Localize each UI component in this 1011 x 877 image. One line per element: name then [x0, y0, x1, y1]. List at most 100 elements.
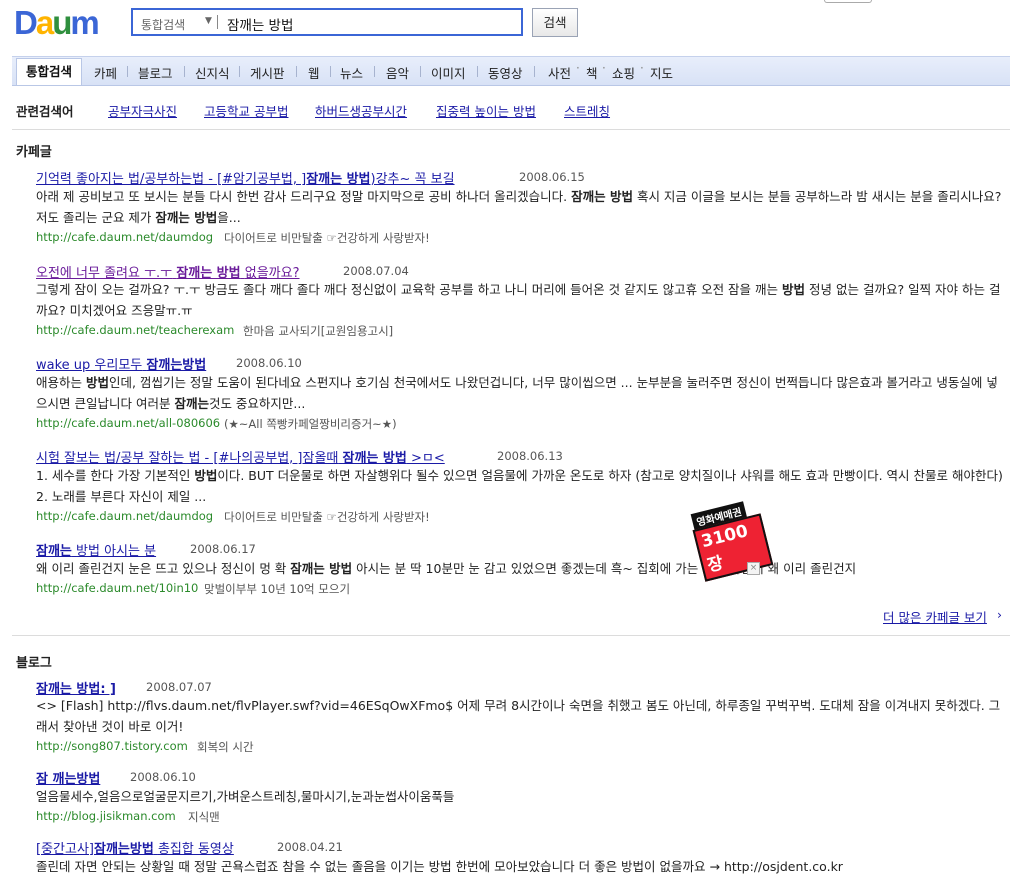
related-search-label: 관련검색어 — [16, 104, 74, 119]
tab-web[interactable]: 웹 — [308, 63, 320, 82]
tab-cafe[interactable]: 카페 — [94, 63, 117, 82]
tab-music[interactable]: 음악 — [386, 63, 409, 82]
title-text: [중간고사] — [36, 842, 94, 857]
divider — [12, 129, 1010, 130]
snippet-text: 애용하는 — [36, 375, 83, 390]
more-cafe-link[interactable]: 더 많은 카페글 보기 — [883, 607, 987, 626]
tab-separator — [477, 66, 478, 77]
result-snippet: 왜 이리 졸린건지 눈은 뜨고 있으나 정신이 멍 확 잠깨는 방법 아시는 분… — [36, 558, 1006, 579]
title-keyword: 잠 깨는방법 — [36, 772, 101, 787]
cafe-section-title: 카페글 — [16, 145, 52, 160]
blog-name: 회복의 시간 — [197, 740, 254, 754]
title-keyword: 잠깨는방법 — [146, 358, 207, 373]
result-url[interactable]: http://blog.jisikman.com — [36, 809, 176, 823]
tab-dictionary[interactable]: 사전 — [548, 63, 571, 82]
tab-dot: · — [640, 61, 644, 75]
cafe-name: 다이어트로 비만탈출 ☞건강하게 사랑받자! — [224, 510, 430, 524]
result-url[interactable]: http://song807.tistory.com — [36, 739, 188, 753]
search-button[interactable]: 검색 — [532, 8, 578, 37]
logo-letter-a: a — [35, 4, 54, 41]
daum-logo[interactable]: Daum — [14, 6, 114, 39]
result-snippet: 졸린데 자면 안되는 상황일 때 정말 곤욕스럽죠 참을 수 없는 졸음을 이기… — [36, 859, 843, 874]
title-text: 기억력 좋아지는 법/공부하는법 - [#암기공부법, ] — [36, 172, 307, 187]
tab-dot: · — [576, 61, 580, 75]
result-url[interactable]: http://cafe.daum.net/10in10 — [36, 581, 198, 595]
title-keyword: 잠깨는방법 — [93, 842, 154, 857]
divider — [12, 635, 1010, 636]
snippet-text: 을... — [217, 210, 241, 225]
snippet-text: 왜 이리 졸린건지 눈은 뜨고 있으나 정신이 멍 확 — [36, 561, 287, 576]
cafe-name: (★~All 쪽빵카페얼짱비리증거~★) — [224, 417, 397, 431]
result-url[interactable]: http://cafe.daum.net/daumdog — [36, 230, 213, 244]
snippet-text: 것도 중요하지만... — [208, 396, 306, 411]
search-input[interactable]: 잠깨는 방법 — [227, 14, 293, 34]
result-url[interactable]: http://cafe.daum.net/all-080606 — [36, 416, 220, 430]
title-keyword: 잠깨는 — [36, 544, 72, 559]
cafe-name: 맞벌이부부 10년 10억 모으기 — [204, 582, 351, 596]
result-date: 2008.07.07 — [146, 680, 212, 694]
close-icon[interactable]: × — [747, 562, 760, 575]
tab-separator — [420, 66, 421, 77]
tab-separator — [374, 66, 375, 77]
blog-name: 지식맨 — [188, 810, 220, 824]
category-select[interactable]: 통합검색 — [141, 16, 185, 33]
more-arrow-icon: › — [997, 607, 1002, 622]
category-divider — [217, 15, 218, 29]
tab-separator — [239, 66, 240, 77]
result-snippet: 그렇게 잠이 오는 걸까요? ㅜ.ㅜ 방금도 졸다 깨다 졸다 깨다 정신없이 … — [36, 279, 1006, 321]
tab-separator — [534, 66, 535, 77]
related-search-link[interactable]: 스트레칭 — [564, 101, 610, 120]
tab-shopping[interactable]: 쇼핑 — [612, 63, 635, 82]
tab-map[interactable]: 지도 — [650, 63, 673, 82]
tab-book[interactable]: 책 — [586, 63, 598, 82]
title-keyword: 잠깨는 방법 — [306, 172, 371, 187]
logo-letter-m: m — [70, 4, 99, 41]
related-search-link[interactable]: 하버드생공부시간 — [315, 101, 407, 120]
result-date: 2008.06.15 — [519, 170, 585, 184]
cafe-result-title[interactable]: 기억력 좋아지는 법/공부하는법 - [#암기공부법, ]잠깨는 방법)강추~ … — [36, 168, 455, 187]
result-url[interactable]: http://cafe.daum.net/daumdog — [36, 509, 213, 523]
cafe-name: 다이어트로 비만탈출 ☞건강하게 사랑받자! — [224, 231, 430, 245]
result-date: 2008.06.10 — [130, 770, 196, 784]
cafe-result-title[interactable]: 시험 잘보는 법/공부 잘하는 법 - [#나의공부법, ]잠올때 잠깨는 방법… — [36, 447, 445, 466]
result-snippet: 애용하는 방법인데, 껌씹기는 정말 도움이 된다네요 스펀지나 호기심 천국에… — [36, 372, 1006, 414]
blog-result-title[interactable]: [중간고사]잠깨는방법 총집합 동영상 — [36, 838, 234, 857]
tab-blog[interactable]: 블로그 — [138, 63, 173, 82]
tab-separator — [184, 66, 185, 77]
title-keyword: 잠깨는 방법 — [342, 451, 407, 466]
tab-image[interactable]: 이미지 — [431, 63, 466, 82]
snippet-text: 아래 제 공비보고 또 보시는 분들 다시 한번 감사 드리구요 정말 마지막으… — [36, 189, 568, 204]
tab-video[interactable]: 동영상 — [488, 63, 523, 82]
title-text: )강추~ 꼭 보길 — [370, 172, 455, 187]
result-date: 2008.06.13 — [497, 449, 563, 463]
result-date: 2008.06.10 — [236, 356, 302, 370]
blog-result-title[interactable]: 잠 깨는방법 — [36, 768, 100, 787]
tab-board[interactable]: 게시판 — [250, 63, 285, 82]
tab-all[interactable]: 통합검색 — [16, 58, 83, 85]
snippet-keyword: 잠깨는 방법 — [290, 561, 353, 576]
top-corner-decoration — [824, 0, 872, 3]
tab-news[interactable]: 뉴스 — [340, 63, 363, 82]
tab-dot: · — [602, 61, 606, 75]
cafe-result-title[interactable]: wake up 우리모두 잠깨는방법 — [36, 354, 206, 373]
related-search-link[interactable]: 집중력 높이는 방법 — [436, 101, 536, 120]
logo-letter-d: D — [14, 4, 38, 41]
tab-knowledge[interactable]: 신지식 — [195, 63, 230, 82]
result-url[interactable]: http://cafe.daum.net/teacherexam — [36, 323, 234, 337]
cafe-result-title[interactable]: 잠깨는 방법 아시는 분 — [36, 540, 156, 559]
result-snippet: 아래 제 공비보고 또 보시는 분들 다시 한번 감사 드리구요 정말 마지막으… — [36, 186, 1006, 228]
dropdown-arrow-icon[interactable]: ▼ — [205, 16, 212, 26]
blog-section-title: 블로그 — [16, 656, 52, 671]
snippet-keyword: 잠깨는 방법 — [571, 189, 633, 204]
snippet-text: 1. 세수를 한다 가장 기본적인 — [36, 468, 191, 483]
title-text: 방법 아시는 분 — [76, 544, 157, 559]
related-search-link[interactable]: 고등학교 공부법 — [204, 101, 288, 120]
title-text: 시험 잘보는 법/공부 잘하는 법 - [#나의공부법, ]잠올때 — [36, 451, 339, 466]
result-date: 2008.07.04 — [343, 264, 409, 278]
snippet-keyword: 방법 — [194, 468, 218, 483]
cafe-name: 한마음 교사되기[교원임용고시] — [243, 324, 394, 338]
related-search-link[interactable]: 공부자극사진 — [108, 101, 177, 120]
title-text: wake up 우리모두 — [36, 358, 143, 373]
tab-separator — [330, 66, 331, 77]
tab-separator — [127, 66, 128, 77]
